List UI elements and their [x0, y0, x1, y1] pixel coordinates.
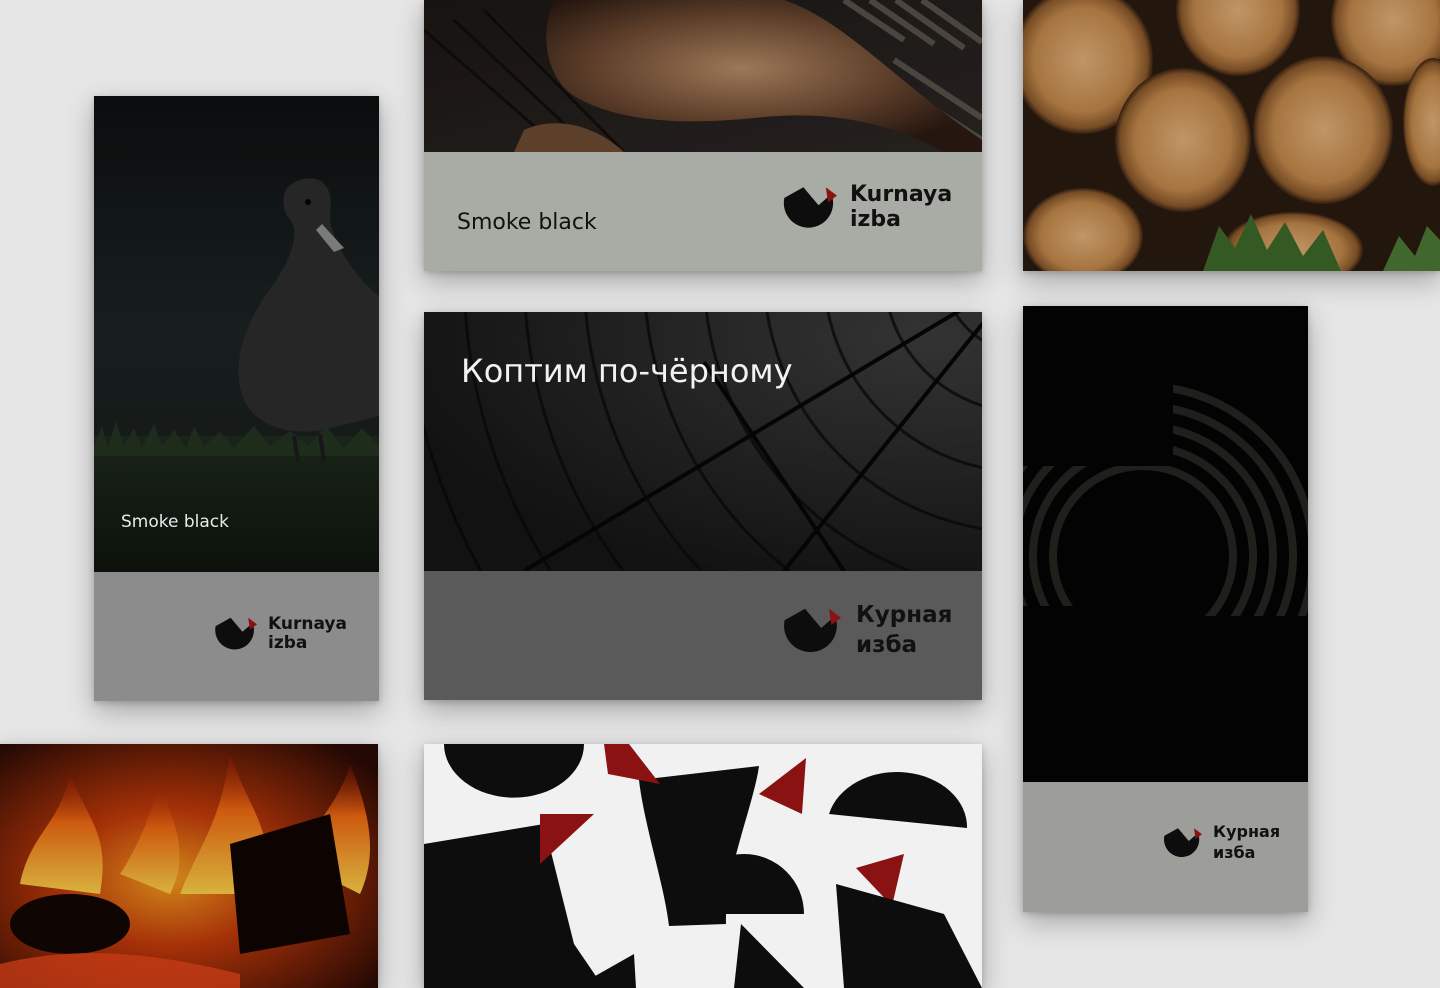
charred-logo: Курная изба — [780, 601, 952, 661]
grill-logo: Kurnaya izba — [780, 180, 952, 236]
logo-line-1: Kurnaya — [850, 182, 953, 208]
duck-photo — [94, 96, 379, 572]
grill-brand-band: Smoke black Kurnaya izba — [424, 152, 982, 271]
charred-brand-band: Курная изба — [424, 571, 982, 700]
black-logo: Курная изба — [1161, 822, 1280, 864]
logo-line-2: izba — [268, 633, 308, 653]
brochure-black: Курная изба — [1023, 306, 1308, 912]
fire-photo — [0, 744, 378, 988]
black-brand-band: Курная изба — [1023, 782, 1308, 912]
hen-logo-icon — [212, 612, 258, 656]
logs-photo — [1023, 0, 1440, 271]
black-wood-photo — [1023, 306, 1308, 782]
hen-logo-icon — [780, 601, 842, 661]
brochure-duck: Smoke black Kurnaya izba — [94, 96, 379, 701]
logo-line-1: Kurnaya — [268, 613, 347, 634]
grill-caption: Smoke black — [457, 210, 597, 235]
card-charred-wood: Коптим по-чёрному Курная изба — [424, 312, 982, 700]
photo-fire — [0, 744, 378, 988]
card-pattern — [424, 744, 982, 988]
grill-photo — [424, 0, 982, 152]
card-grill: Smoke black Kurnaya izba — [424, 0, 982, 271]
logo-line-1: Курная — [1213, 822, 1281, 841]
hen-pattern — [424, 744, 982, 988]
logo-line-1: Курная — [856, 602, 953, 629]
duck-logo: Kurnaya izba — [212, 612, 347, 656]
charred-wood-photo — [424, 312, 982, 571]
logo-line-2: изба — [856, 632, 918, 658]
charred-headline: Коптим по-чёрному — [461, 352, 793, 390]
photo-logs — [1023, 0, 1440, 271]
duck-caption: Smoke black — [121, 512, 229, 532]
hen-logo-icon — [1161, 823, 1203, 863]
logo-line-2: изба — [1213, 842, 1256, 862]
duck-brand-band: Kurnaya izba — [94, 572, 379, 701]
logo-line-2: izba — [850, 207, 901, 232]
hen-logo-icon — [780, 180, 838, 236]
